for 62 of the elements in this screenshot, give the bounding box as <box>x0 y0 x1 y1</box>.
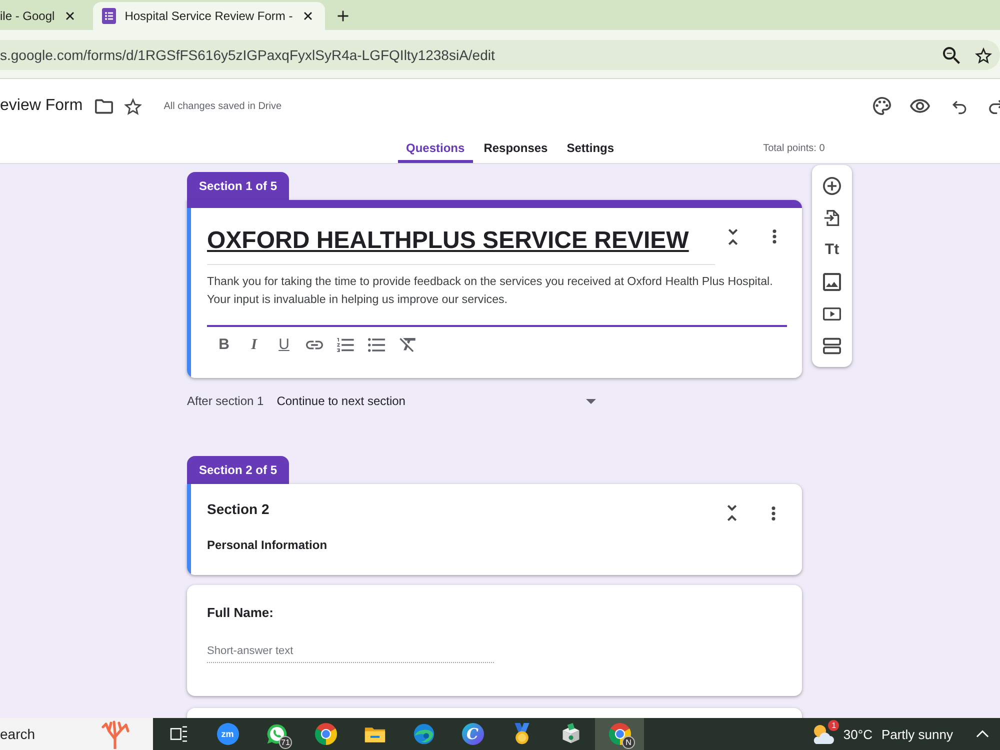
form-tab[interactable]: Settings <box>558 133 622 163</box>
bold-button[interactable]: B <box>216 335 232 355</box>
collapse-icon[interactable] <box>728 229 738 245</box>
taskbar-app-button[interactable]: 71 <box>252 718 301 750</box>
dropdown-caret-icon <box>586 398 596 404</box>
folder-icon[interactable] <box>94 98 113 114</box>
form-name[interactable]: eview Form <box>0 97 83 115</box>
address-bar[interactable]: s.google.com/forms/d/1RGSfFS616y5zIGPaxqFyxlSyR4a-LGFQIlty1238siA/edit <box>0 40 1000 70</box>
link-icon[interactable] <box>306 338 323 352</box>
chevron-up-icon[interactable] <box>976 730 989 738</box>
underline-button[interactable]: U <box>276 335 292 355</box>
forms-icon <box>100 8 117 24</box>
save-status: All changes saved in Drive <box>164 100 282 112</box>
browser-tab[interactable]: Hospital Service Review Form - <box>92 2 325 30</box>
taskbar-search-field[interactable]: earch <box>0 718 153 750</box>
bookmark-star-icon[interactable] <box>975 46 992 64</box>
coral-icon <box>100 719 130 749</box>
new-tab-plus-icon[interactable] <box>336 9 350 23</box>
video-icon[interactable] <box>823 305 841 323</box>
short-answer-field[interactable]: Short-answer text <box>207 641 494 663</box>
notification-badge: N <box>622 736 635 749</box>
section-counter-label: Section 2 of 5 <box>187 456 290 484</box>
total-points: Total points: 0 <box>763 142 825 154</box>
temperature: 30°C <box>843 726 872 742</box>
question-title: Full Name: <box>207 604 274 622</box>
palette-icon[interactable] <box>873 97 891 115</box>
browser-tab[interactable]: ile - Googl <box>0 2 87 30</box>
preview-eye-icon[interactable] <box>910 99 930 113</box>
taskbar-app-button[interactable]: N <box>595 718 644 750</box>
star-icon[interactable] <box>124 98 142 114</box>
clear-format-icon[interactable] <box>399 338 416 352</box>
section-description: Personal Information <box>207 537 328 553</box>
sun-cloud-icon <box>811 723 836 745</box>
zoom-out-icon[interactable] <box>943 46 960 64</box>
section-counter-label: Section 1 of 5 <box>187 172 290 200</box>
notification-badge: 71 <box>279 736 292 749</box>
add-title-button[interactable]: Tt <box>822 240 842 260</box>
section-dropdown[interactable]: Continue to next section <box>276 389 599 413</box>
browser-logo-icon <box>314 723 336 745</box>
numbered-list-icon[interactable] <box>337 338 354 352</box>
weather-condition: Partly sunny <box>881 726 953 742</box>
form-title-field[interactable]: OXFORD HEALTHPLUS SERVICE REVIEW <box>207 225 715 265</box>
after-section-label: After section 1 <box>187 394 264 408</box>
browser-swirl-icon <box>412 723 434 745</box>
collapse-icon[interactable] <box>727 505 737 521</box>
more-options-icon[interactable] <box>772 229 777 244</box>
app-logo: zm <box>216 723 238 745</box>
file-import-icon[interactable] <box>823 209 841 227</box>
chat-bubble-icon <box>266 723 288 745</box>
more-options-icon[interactable] <box>771 506 776 521</box>
section-title: Section 2 <box>207 500 270 519</box>
section-icon[interactable] <box>823 337 841 355</box>
form-tab[interactable]: Questions <box>398 133 473 163</box>
app-logo: C <box>462 723 484 745</box>
notification-badge: 1 <box>828 720 840 731</box>
redo-icon[interactable] <box>987 97 1000 115</box>
description-field[interactable]: Thank you for taking the time to provide feedback on the services you received at Oxford Health Plus Hospital. Your input is invaluable in helping us improve our services. <box>207 273 787 327</box>
italic-button[interactable]: I <box>246 335 262 355</box>
image-icon[interactable] <box>823 273 841 291</box>
bulleted-list-icon[interactable] <box>368 338 385 352</box>
task-view-icon <box>170 726 188 742</box>
form-tab[interactable]: Responses <box>476 133 556 163</box>
